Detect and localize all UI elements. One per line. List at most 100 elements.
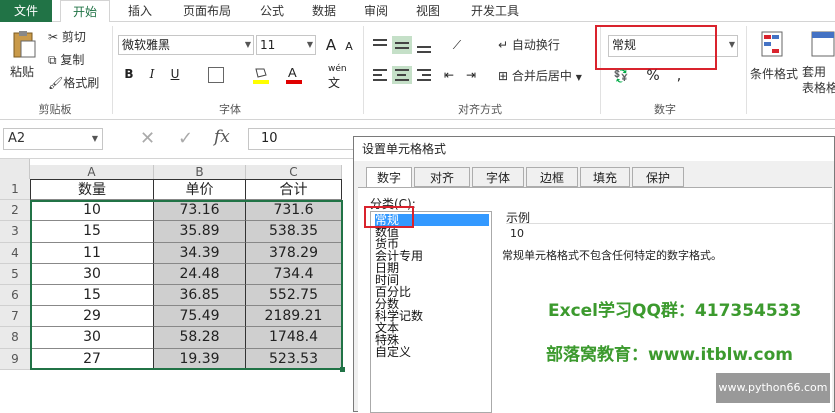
watermark-python66: www.python66.com [716, 373, 830, 403]
highlight-box [364, 206, 414, 228]
tab-file[interactable]: 文件 [0, 0, 52, 22]
chevron-down-icon: ▼ [91, 134, 98, 143]
paste-icon[interactable] [8, 30, 38, 60]
insert-function-button[interactable]: fx [214, 127, 230, 147]
header-cell[interactable]: 合计 [246, 179, 342, 201]
increase-font-icon[interactable]: A [322, 36, 340, 54]
select-all-corner[interactable] [0, 159, 30, 179]
group-label-clipboard: 剪贴板 [38, 103, 72, 116]
column-header-b[interactable]: B [154, 165, 246, 179]
copy-button[interactable]: ⧉ 复制 [48, 50, 84, 70]
category-item[interactable]: 自定义 [375, 346, 411, 358]
highlight-box [595, 25, 717, 70]
chevron-down-icon: ▼ [244, 40, 251, 49]
row-header[interactable]: 6 [0, 285, 30, 307]
enter-icon[interactable]: ✓ [178, 128, 193, 149]
tab-insert[interactable]: 插入 [118, 0, 162, 22]
font-size-value: 11 [260, 38, 276, 52]
group-separator [112, 26, 113, 114]
underline-button[interactable]: U [166, 65, 184, 83]
phonetic-label: wén [328, 64, 347, 74]
percent-button[interactable]: % [644, 67, 662, 85]
merge-center-button[interactable]: ⊞ 合并后居中 ▼ [498, 66, 582, 86]
dialog-title: 设置单元格格式 [354, 137, 834, 161]
category-list[interactable]: 常规 数值 货币 会计专用 日期 时间 百分比 分数 科学记数 文本 特殊 自定义 [370, 211, 492, 413]
row-header[interactable]: 9 [0, 348, 30, 370]
italic-button[interactable]: I [143, 65, 161, 83]
align-middle-icon[interactable] [392, 36, 412, 54]
row-header[interactable]: 3 [0, 221, 30, 243]
group-label-number: 数字 [654, 103, 676, 116]
comma-style-icon[interactable]: , [670, 67, 688, 85]
header-cell[interactable]: 单价 [154, 179, 246, 201]
orientation-icon[interactable]: ⟋ [448, 36, 466, 54]
dialog-tab-alignment[interactable]: 对齐 [414, 167, 470, 187]
tab-formulas[interactable]: 公式 [250, 0, 294, 22]
merge-center-label: 合并后居中 [511, 69, 572, 83]
row-header[interactable]: 8 [0, 327, 30, 349]
watermark-qq: Excel学习QQ群：417354533 [548, 301, 802, 321]
copy-label: 复制 [60, 53, 85, 67]
align-right-icon[interactable] [414, 66, 434, 84]
font-size-combo[interactable]: 11 ▼ [256, 35, 316, 55]
cut-button[interactable]: ✂ 剪切 [48, 27, 86, 47]
align-left-icon[interactable] [370, 66, 390, 84]
font-name-combo[interactable]: 微软雅黑 ▼ [118, 35, 254, 55]
tab-page-layout[interactable]: 页面布局 [172, 0, 242, 22]
group-separator [363, 26, 364, 114]
align-bottom-icon[interactable] [414, 36, 434, 54]
wrap-text-button[interactable]: ↵ 自动换行 [498, 35, 560, 55]
row-header[interactable]: 1 [0, 179, 30, 201]
conditional-format-button[interactable]: 条件格式 [750, 64, 798, 84]
dialog-tab-number[interactable]: 数字 [366, 167, 412, 188]
chevron-down-icon: ▼ [306, 40, 313, 49]
selection-range [30, 200, 343, 370]
table-format-icon[interactable] [810, 30, 835, 60]
border-icon[interactable] [208, 67, 224, 83]
increase-indent-icon[interactable]: ⇥ [462, 66, 480, 84]
align-center-icon[interactable] [392, 66, 412, 84]
copy-icon: ⧉ [48, 53, 57, 67]
font-name-value: 微软雅黑 [122, 38, 171, 52]
bold-button[interactable]: B [120, 65, 138, 83]
tab-data[interactable]: 数据 [302, 0, 346, 22]
name-box-value: A2 [8, 131, 26, 146]
decrease-font-icon[interactable]: A [340, 38, 358, 56]
group-label-alignment: 对齐方式 [458, 103, 502, 116]
wrap-text-icon: ↵ [498, 38, 509, 52]
dialog-tab-fill[interactable]: 填充 [580, 167, 630, 187]
currency-icon[interactable]: 💱 [612, 67, 630, 85]
group-separator [746, 26, 747, 114]
row-header[interactable]: 2 [0, 200, 30, 222]
dialog-tab-border[interactable]: 边框 [526, 167, 578, 187]
font-color-icon[interactable]: A [285, 65, 303, 85]
align-top-icon[interactable] [370, 36, 390, 54]
tab-review[interactable]: 审阅 [354, 0, 398, 22]
dialog-tab-font[interactable]: 字体 [472, 167, 524, 187]
fill-color-icon[interactable] [252, 65, 270, 85]
paste-button[interactable]: 粘贴 [10, 62, 34, 82]
format-painter-label: 格式刷 [63, 76, 100, 90]
chevron-down-icon: ▼ [728, 40, 735, 49]
ribbon: 粘贴 ✂ 剪切 ⧉ 复制 🖌格式刷 剪贴板 微软雅黑 ▼ 11 ▼ A A B I … [0, 22, 835, 120]
header-cell[interactable]: 数量 [30, 179, 154, 201]
format-painter-button[interactable]: 🖌格式刷 [48, 73, 99, 93]
dialog-tab-protection[interactable]: 保护 [632, 167, 684, 187]
column-header-a[interactable]: A [30, 165, 154, 179]
tab-home[interactable]: 开始 [60, 0, 110, 23]
tab-view[interactable]: 视图 [406, 0, 450, 22]
brush-icon: 🖌 [48, 76, 64, 90]
row-header[interactable]: 4 [0, 242, 30, 264]
row-header[interactable]: 5 [0, 263, 30, 285]
phonetic-button[interactable]: wén 文 [328, 64, 347, 91]
cancel-icon[interactable]: ✕ [140, 128, 155, 149]
table-format-button[interactable]: 套用 表格格 [802, 64, 835, 95]
wrap-text-label: 自动换行 [511, 38, 560, 52]
column-header-c[interactable]: C [246, 165, 342, 179]
decrease-indent-icon[interactable]: ⇤ [440, 66, 458, 84]
conditional-format-icon[interactable] [760, 30, 788, 60]
row-header[interactable]: 7 [0, 306, 30, 328]
fill-handle[interactable] [340, 366, 345, 372]
tab-developer[interactable]: 开发工具 [460, 0, 530, 22]
name-box[interactable]: A2 ▼ [3, 128, 103, 150]
